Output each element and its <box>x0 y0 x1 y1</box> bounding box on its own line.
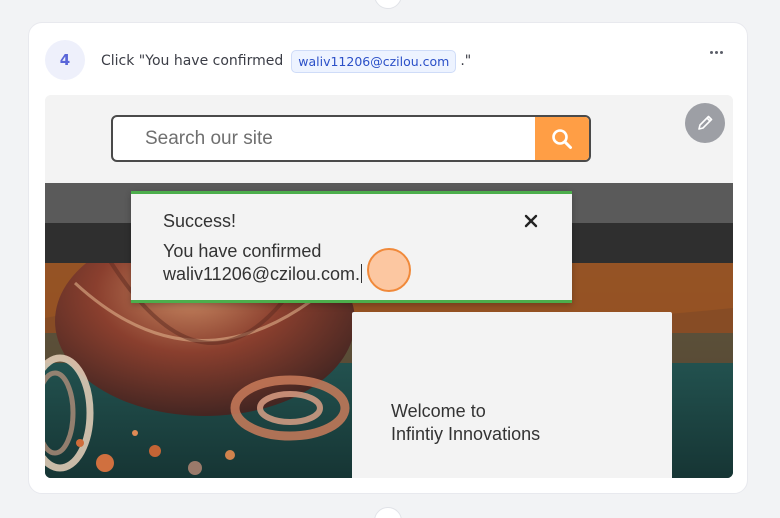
step-card: 4 Click "You have confirmed waliv11206@c… <box>28 22 748 494</box>
close-x-icon <box>524 214 538 228</box>
toast-close-button[interactable] <box>521 211 541 231</box>
step-number-badge: 4 <box>45 40 85 80</box>
search-button[interactable] <box>535 117 589 160</box>
step-connector-top <box>374 0 402 9</box>
ellipsis-horizontal-icon <box>709 50 713 54</box>
instruction-value-chip: waliv11206@czilou.com <box>291 49 457 73</box>
toast-title: Success! <box>163 211 237 231</box>
welcome-card: Welcome to Infintiy Innovations <box>352 312 672 478</box>
click-target-marker <box>367 248 411 292</box>
pencil-icon <box>698 115 713 130</box>
toast-message-line1: You have confirmed <box>163 241 322 261</box>
toast-message-line2: waliv11206@czilou.com. <box>163 264 363 284</box>
search-input[interactable] <box>113 117 537 160</box>
step-instruction: Click "You have confirmed waliv11206@czi… <box>101 49 471 73</box>
magnifier-icon <box>552 128 572 149</box>
step-screenshot: Welcome to Infintiy Innovations Success!… <box>45 95 733 478</box>
site-header <box>45 95 733 183</box>
toast-message[interactable]: You have confirmed waliv11206@czilou.com… <box>163 240 463 286</box>
success-toast: Success! You have confirmed waliv11206@c… <box>131 191 572 303</box>
edit-screenshot-button[interactable] <box>685 103 725 143</box>
step-connector-bottom <box>374 507 402 518</box>
text-caret <box>361 264 363 283</box>
instruction-suffix: ." <box>460 53 472 69</box>
welcome-heading: Welcome to Infintiy Innovations <box>391 401 541 444</box>
more-options-button[interactable] <box>705 45 727 59</box>
search-box <box>111 115 591 162</box>
instruction-text: Click "You have confirmed <box>101 53 284 69</box>
